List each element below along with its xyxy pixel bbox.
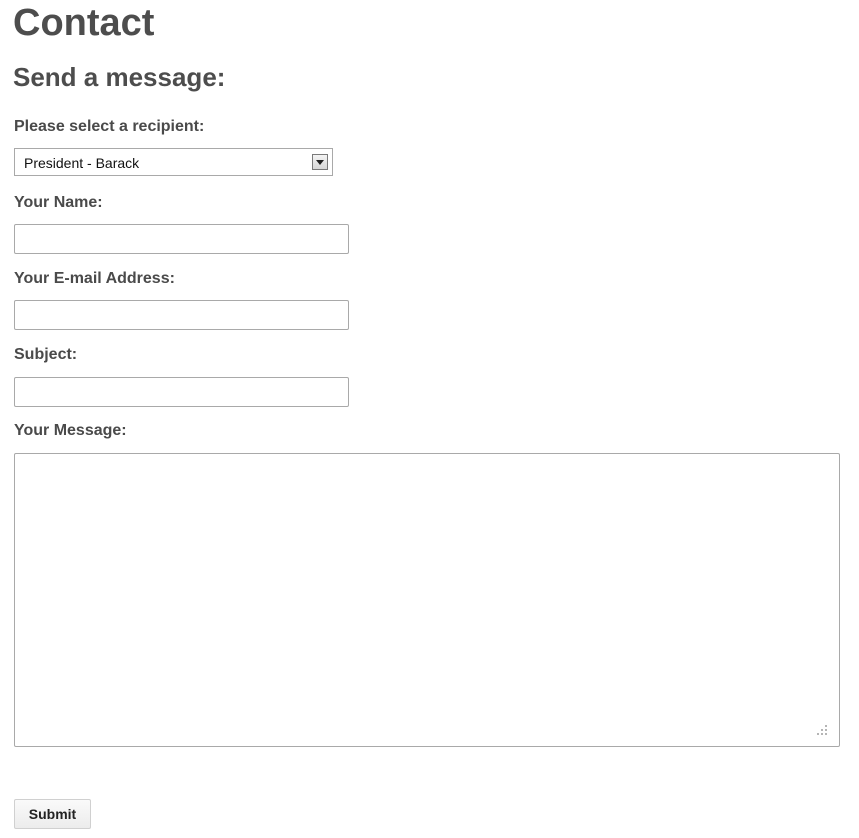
message-textarea[interactable] [14, 453, 840, 747]
recipient-label: Please select a recipient: [14, 118, 205, 135]
chevron-down-icon[interactable] [312, 154, 328, 170]
submit-button[interactable]: Submit [14, 799, 91, 829]
resize-grip-icon[interactable] [815, 723, 829, 737]
page-title: Contact [13, 2, 155, 44]
message-label: Your Message: [14, 422, 127, 439]
name-input[interactable] [14, 224, 349, 254]
subject-input[interactable] [14, 377, 349, 407]
email-label: Your E-mail Address: [14, 270, 175, 287]
subject-label: Subject: [14, 346, 78, 363]
email-input[interactable] [14, 300, 349, 330]
section-title: Send a message: [13, 62, 226, 92]
recipient-select-value: President - Barack [24, 155, 140, 171]
name-label: Your Name: [14, 194, 103, 211]
recipient-select[interactable]: President - Barack [14, 148, 333, 176]
